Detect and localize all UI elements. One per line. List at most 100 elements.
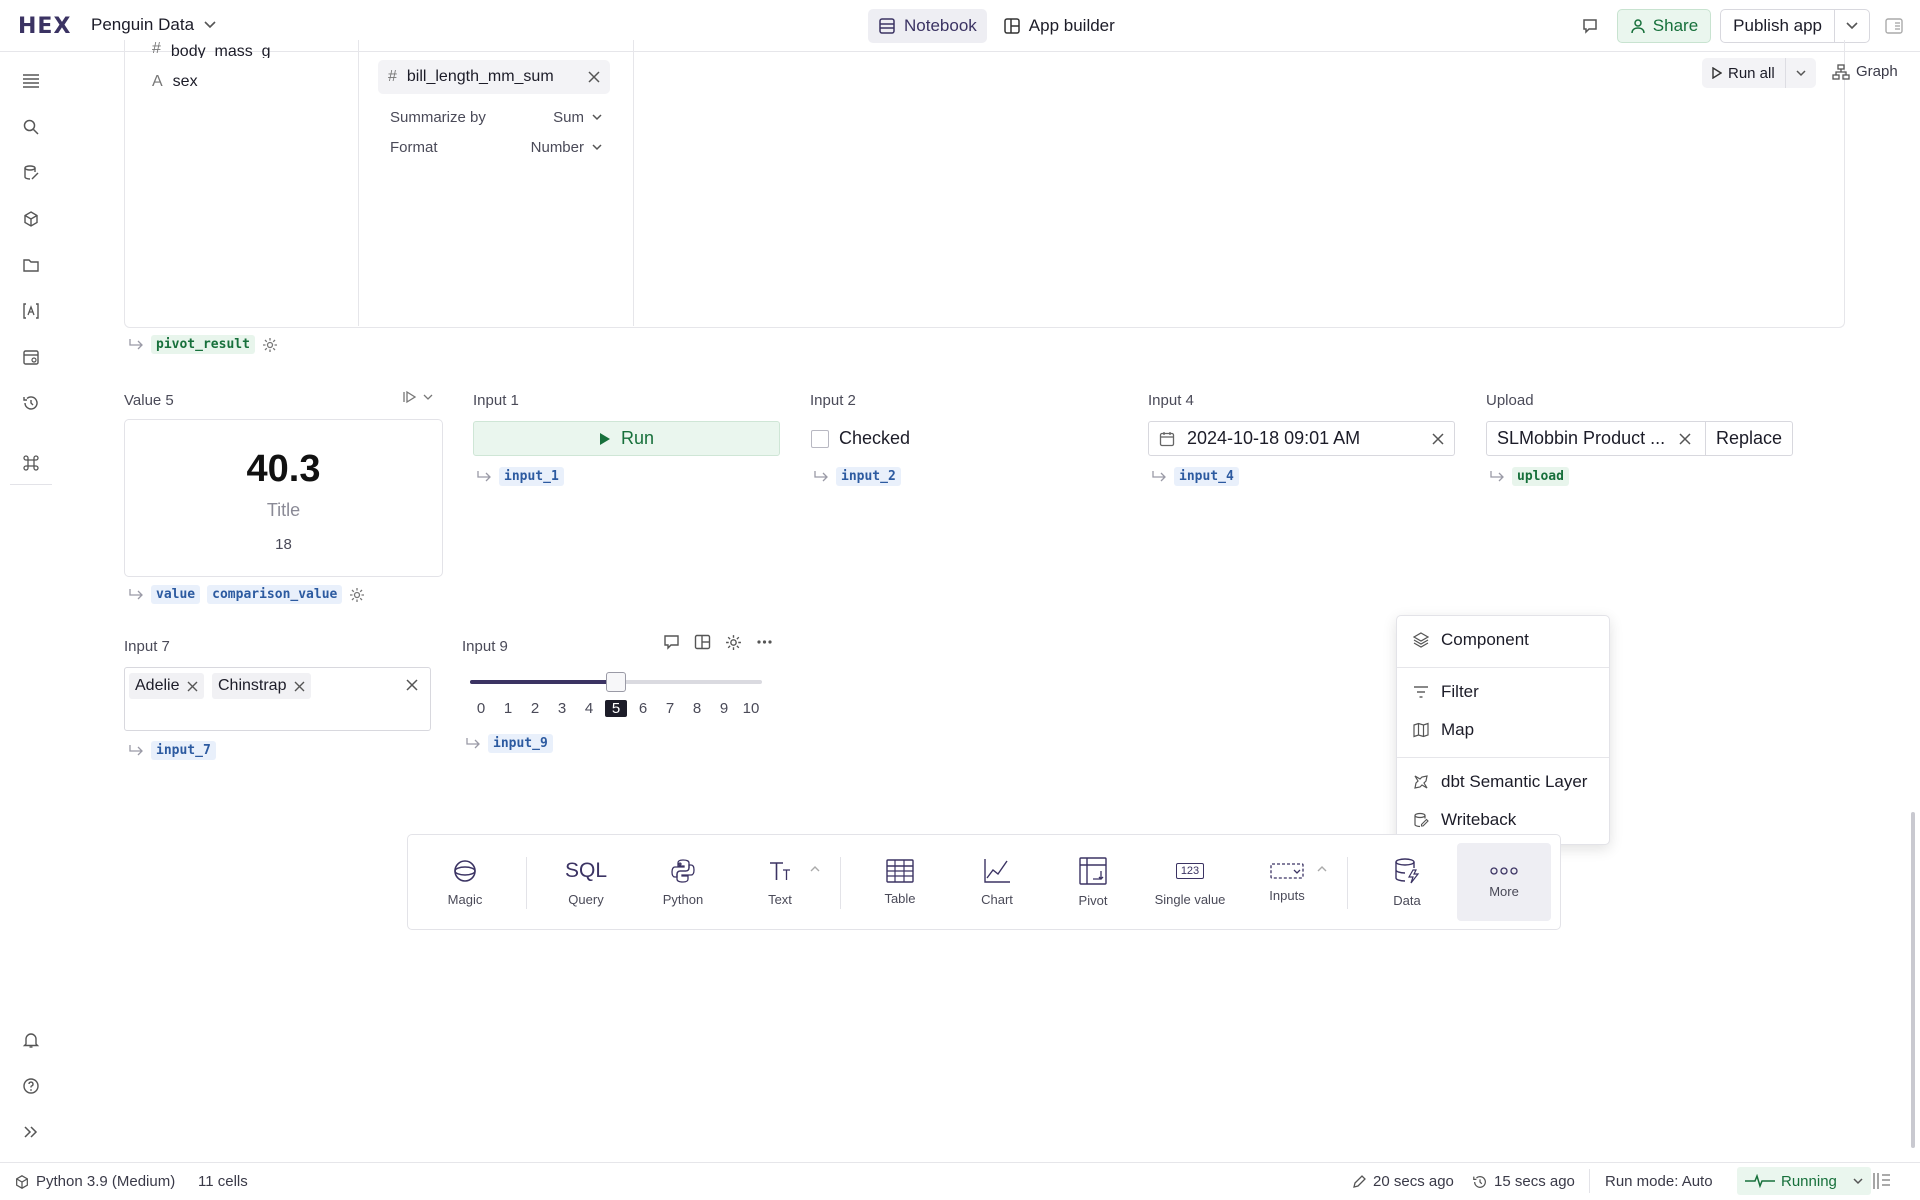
graph-button[interactable]: Graph [1832,63,1898,80]
history-icon[interactable] [20,392,42,414]
publish-app-button[interactable]: Publish app [1720,9,1870,43]
checkbox-field[interactable]: Checked [811,428,910,449]
tab-app-builder-label: App builder [1028,16,1115,35]
menu-item-label: Map [1441,720,1475,739]
vertical-scrollbar[interactable] [1911,812,1915,1148]
add-python-button[interactable]: Python [636,843,730,921]
more-button[interactable]: More [1457,843,1551,921]
layout-icon[interactable] [694,634,711,651]
add-chart-button[interactable]: Chart [950,843,1044,921]
schedule-icon[interactable] [20,346,42,368]
value-var[interactable]: value [151,585,201,604]
run-all-main[interactable]: Run all [1702,58,1786,88]
comparison-value-var[interactable]: comparison_value [207,585,343,604]
tab-app-builder[interactable]: App builder [993,9,1125,43]
input1-var[interactable]: input_1 [499,467,564,486]
upload-var[interactable]: upload [1512,467,1569,486]
run-mode[interactable]: Run mode: Auto [1605,1173,1713,1190]
gear-icon[interactable] [725,634,742,651]
close-icon[interactable] [588,71,600,83]
add-query-button[interactable]: SQL Query [539,843,633,921]
variables-icon[interactable] [20,300,42,322]
menu-item-filter[interactable]: Filter [1413,682,1479,702]
files-icon[interactable] [20,254,42,276]
add-cell-toolbar: Magic SQL Query Python Text Table Chart … [407,834,1561,930]
run-all-button[interactable]: Run all [1702,58,1816,88]
return-arrow-icon [476,470,492,483]
chevron-down-icon[interactable] [1786,69,1816,77]
remove-chip-icon[interactable] [187,681,198,692]
slider-tick-label: 6 [638,700,648,717]
menu-item-component[interactable]: Component [1413,630,1529,650]
input2-var[interactable]: input_2 [836,467,901,486]
menu-item-writeback[interactable]: Writeback [1413,810,1516,830]
comment-icon[interactable] [1581,17,1599,35]
add-table-button[interactable]: Table [853,843,947,921]
slider-tick-label: 7 [665,700,675,717]
remove-chip-icon[interactable] [294,681,305,692]
help-icon[interactable] [20,1075,42,1097]
slider-handle[interactable] [606,672,626,692]
summarize-by-select[interactable]: Sum [553,109,602,126]
checkbox[interactable] [811,429,829,448]
add-inputs-button[interactable]: Inputs [1240,843,1334,921]
replace-button[interactable]: Replace [1706,428,1792,449]
pivot-result-var[interactable]: pivot_result [151,335,255,354]
toolbar-label: Text [768,891,792,907]
pivot-value-chip[interactable]: # bill_length_mm_sum [378,60,610,94]
selected-chip: Adelie [129,673,205,699]
magic-icon [452,858,478,884]
tab-notebook[interactable]: Notebook [868,9,987,43]
pivot-field-sex[interactable]: A sex [152,73,198,91]
command-icon[interactable] [20,452,42,474]
clear-all-icon[interactable] [406,679,418,691]
pivot-field-body-mass[interactable]: # body_mass_g [152,42,271,58]
chevron-down-icon[interactable] [1835,10,1869,42]
text-type-icon: A [152,73,163,90]
sidebar-panel-icon[interactable] [1884,16,1904,36]
hex-logo[interactable]: HEX [18,14,71,39]
kernel-status[interactable]: Python 3.9 (Medium) [14,1173,175,1190]
add-magic-button[interactable]: Magic [418,843,512,921]
share-button[interactable]: Share [1616,9,1712,43]
expand-sidebar-icon[interactable] [20,1121,42,1143]
menu-item-map[interactable]: Map [1413,720,1474,740]
add-single-value-button[interactable]: 123 Single value [1143,843,1237,921]
keyboard-icon[interactable] [1872,1171,1894,1191]
project-title-dropdown[interactable]: Penguin Data [91,15,216,35]
date-time-input[interactable]: 2024-10-18 09:01 AM [1148,421,1455,456]
menu-divider [1397,667,1609,668]
last-saved[interactable]: 15 secs ago [1472,1173,1575,1190]
comment-icon[interactable] [663,634,680,651]
multiselect-input[interactable]: Adelie Chinstrap [124,667,431,731]
input4-var[interactable]: input_4 [1174,467,1239,486]
sql-icon: SQL [564,858,608,882]
outline-icon[interactable] [20,70,42,92]
search-icon[interactable] [20,116,42,138]
add-pivot-button[interactable]: Pivot [1046,843,1140,921]
input9-var[interactable]: input_9 [488,734,553,753]
remove-file-icon[interactable] [1679,432,1691,445]
data-sources-icon[interactable] [20,162,42,184]
gear-icon[interactable] [262,337,278,353]
chevron-up-icon[interactable] [810,865,820,872]
chevron-down-icon[interactable] [1853,1177,1863,1185]
uploaded-file: SLMobbin Product ... [1487,422,1706,455]
components-icon[interactable] [20,208,42,230]
menu-item-dbt[interactable]: dbt Semantic Layer [1413,772,1587,792]
more-options-icon[interactable] [756,634,773,651]
add-text-button[interactable]: Text [733,843,827,921]
bell-icon[interactable] [20,1029,42,1051]
format-select[interactable]: Number [531,139,602,156]
kernel-running-status[interactable]: Running [1737,1167,1871,1195]
run-cell-icon[interactable] [402,390,436,404]
input7-var[interactable]: input_7 [151,741,216,760]
slider[interactable] [470,672,762,692]
more-icon [1490,866,1518,876]
writeback-icon [1413,812,1429,828]
chevron-up-icon[interactable] [1317,865,1327,872]
clear-icon[interactable] [1432,432,1444,445]
gear-icon[interactable] [349,587,365,603]
add-data-button[interactable]: Data [1360,843,1454,921]
run-button[interactable]: Run [473,421,780,456]
